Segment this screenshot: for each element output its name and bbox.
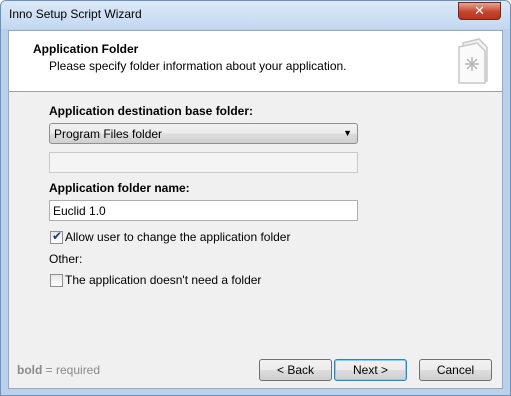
allow-change-checkbox[interactable]: ✔ — [50, 229, 63, 244]
close-button[interactable]: ✕ — [458, 2, 501, 20]
window-title: Inno Setup Script Wizard — [9, 7, 142, 21]
wizard-document-icon — [458, 38, 488, 84]
next-button[interactable]: Next > — [334, 359, 407, 381]
wizard-client-area: Application Folder Please specify folder… — [8, 30, 503, 389]
close-icon: ✕ — [474, 3, 485, 18]
wizard-header: Application Folder Please specify folder… — [9, 31, 502, 92]
checkmark-icon: ✔ — [52, 229, 63, 243]
required-hint-bold: bold — [17, 363, 43, 377]
no-folder-checkbox[interactable] — [50, 274, 63, 287]
folder-name-field[interactable]: Euclid 1.0 — [49, 200, 358, 221]
other-label: Other: — [49, 252, 83, 266]
allow-change-label[interactable]: Allow user to change the application fol… — [65, 230, 290, 244]
folder-name-value: Euclid 1.0 — [53, 204, 106, 218]
base-folder-select-value: Program Files folder — [54, 127, 163, 141]
base-folder-label: Application destination base folder: — [49, 104, 254, 118]
required-hint: bold = required — [17, 363, 100, 377]
cancel-button[interactable]: Cancel — [419, 359, 492, 381]
page-subtitle: Please specify folder information about … — [49, 59, 347, 73]
custom-folder-field[interactable] — [49, 152, 358, 173]
wizard-window: Inno Setup Script Wizard ✕ Application F… — [0, 0, 511, 396]
base-folder-select[interactable]: Program Files folder ▼ — [49, 123, 358, 144]
back-button[interactable]: < Back — [259, 359, 332, 381]
title-bar[interactable]: Inno Setup Script Wizard ✕ — [1, 1, 510, 29]
chevron-down-icon: ▼ — [343, 128, 352, 138]
required-hint-text: = required — [42, 363, 101, 377]
page-title: Application Folder — [33, 42, 139, 56]
folder-name-label: Application folder name: — [49, 181, 190, 195]
no-folder-label[interactable]: The application doesn't need a folder — [65, 273, 261, 287]
